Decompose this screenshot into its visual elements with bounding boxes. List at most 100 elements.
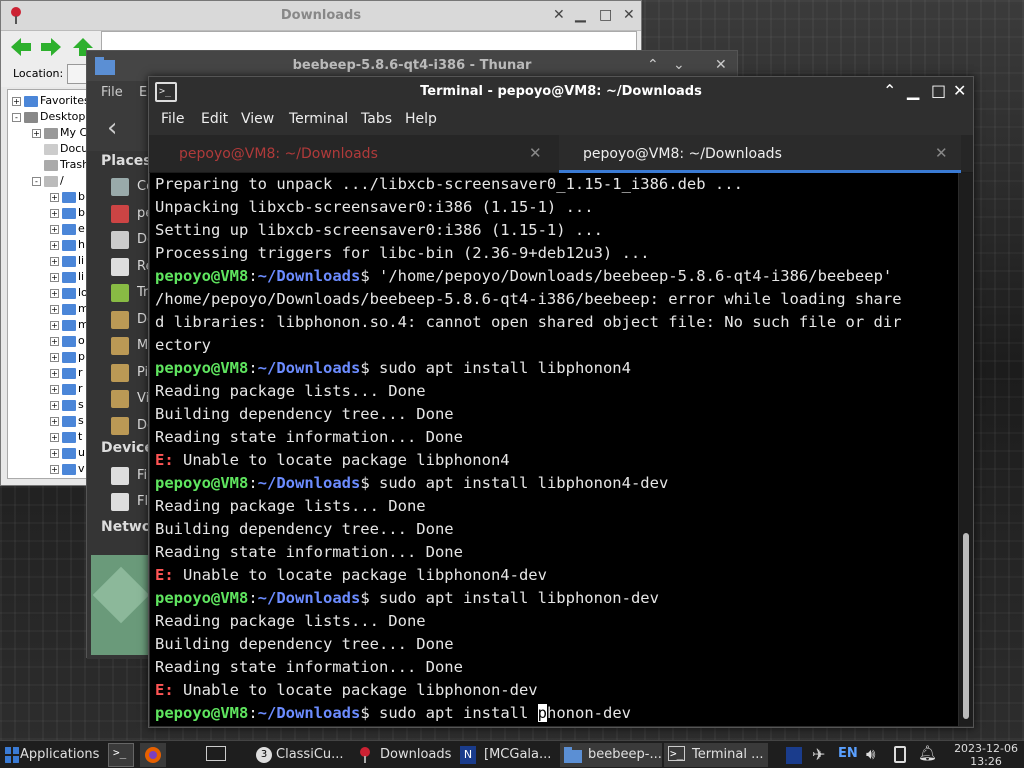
downloads-titlebar[interactable]: Downloads ✕ ▁ □ ✕: [1, 1, 641, 31]
tree-item[interactable]: + lo: [50, 286, 88, 302]
maximize-icon[interactable]: □: [931, 81, 946, 100]
expand-icon[interactable]: +: [50, 192, 59, 202]
tree-item[interactable]: + s: [50, 414, 84, 430]
sidebar-device-item[interactable]: Fl: [111, 492, 151, 512]
tree-item[interactable]: + p: [50, 350, 85, 366]
taskbar-item-downloads[interactable]: Downloads: [356, 743, 456, 767]
sidebar-place-item[interactable]: Re: [111, 257, 151, 277]
tree-item[interactable]: - /: [32, 174, 64, 190]
expand-icon[interactable]: +: [50, 304, 59, 314]
sidebar-place-item[interactable]: Do: [111, 416, 151, 436]
back-chevron-icon[interactable]: ‹: [107, 113, 117, 143]
thunar-menu-file[interactable]: File: [101, 85, 123, 100]
close-icon[interactable]: ✕: [953, 81, 966, 100]
expand-icon[interactable]: +: [50, 384, 59, 394]
tree-item[interactable]: + b: [50, 190, 85, 206]
expand-icon[interactable]: +: [50, 256, 59, 266]
applications-menu-button[interactable]: Applications: [2, 743, 102, 767]
keyboard-layout-indicator[interactable]: EN: [838, 746, 858, 761]
expand-icon[interactable]: +: [50, 368, 59, 378]
taskbar-item-mcgala[interactable]: N [MCGala...: [458, 743, 558, 767]
tree-item[interactable]: - Desktop: [12, 110, 85, 126]
minimize-icon[interactable]: ✕: [553, 7, 565, 23]
show-desktop-button[interactable]: [204, 743, 228, 767]
tree-item[interactable]: + o: [50, 334, 85, 350]
back-arrow-icon[interactable]: [11, 38, 31, 56]
taskbar-item-terminal[interactable]: >_ Terminal ...: [664, 743, 768, 767]
sidebar-place-item[interactable]: M: [111, 336, 151, 356]
minimize-icon[interactable]: ▁: [907, 81, 919, 100]
tree-item[interactable]: + r: [50, 382, 83, 398]
terminal-scrollbar[interactable]: [959, 173, 973, 726]
tree-item[interactable]: + m: [50, 302, 89, 318]
sidebar-place-item[interactable]: Tr: [111, 283, 151, 303]
taskbar-item-classicu[interactable]: 3 ClassiCu...: [252, 743, 352, 767]
network-icon[interactable]: ✈: [812, 745, 825, 764]
tree-item[interactable]: Docu: [44, 142, 88, 158]
expand-icon[interactable]: +: [50, 208, 59, 218]
close-icon[interactable]: ✕: [529, 144, 542, 162]
minimize-icon[interactable]: ▁: [575, 7, 586, 23]
editor-tray-icon[interactable]: [786, 747, 802, 764]
menu-tabs[interactable]: Tabs: [361, 111, 392, 127]
terminal-output[interactable]: Preparing to unpack .../libxcb-screensav…: [150, 173, 958, 726]
expand-icon[interactable]: +: [50, 336, 59, 346]
expand-icon[interactable]: +: [50, 464, 59, 474]
sidebar-place-item[interactable]: pe: [111, 204, 151, 224]
sidebar-place-item[interactable]: Do: [111, 310, 151, 330]
sidebar-device-item[interactable]: Fi: [111, 466, 151, 486]
expand-icon[interactable]: +: [50, 240, 59, 250]
tree-item[interactable]: + t: [50, 430, 82, 446]
thunar-menu-edit[interactable]: E: [139, 85, 147, 100]
expand-icon[interactable]: +: [50, 400, 59, 410]
forward-arrow-icon[interactable]: [41, 38, 61, 56]
sidebar-place-item[interactable]: Co: [111, 177, 151, 197]
tree-item[interactable]: + m: [50, 318, 89, 334]
close-icon[interactable]: ✕: [935, 144, 948, 162]
notification-bell-icon[interactable]: 🔔︎: [918, 744, 937, 762]
scrollbar-thumb[interactable]: [963, 533, 969, 719]
sidebar-place-item[interactable]: Pi: [111, 363, 151, 383]
firefox-launcher[interactable]: [140, 743, 166, 767]
maximize-icon[interactable]: ⌄: [673, 57, 685, 73]
tree-item[interactable]: + h: [50, 238, 85, 254]
close-icon[interactable]: ✕: [715, 57, 727, 73]
terminal-titlebar[interactable]: >_ Terminal - pepoyo@VM8: ~/Downloads ⌃ …: [149, 77, 973, 107]
tree-item[interactable]: + Favorites: [12, 94, 90, 110]
terminal-launcher[interactable]: >_: [108, 743, 134, 767]
expand-icon[interactable]: +: [50, 416, 59, 426]
volume-icon[interactable]: 🔊︎: [866, 745, 875, 763]
tree-item[interactable]: + r: [50, 366, 83, 382]
expand-icon[interactable]: +: [50, 272, 59, 282]
menu-view[interactable]: View: [241, 111, 274, 127]
sidebar-place-item[interactable]: De: [111, 230, 151, 250]
menu-terminal[interactable]: Terminal: [289, 111, 348, 127]
tree-item[interactable]: + u: [50, 446, 85, 462]
expand-icon[interactable]: +: [50, 432, 59, 442]
tree-item[interactable]: + My Co: [32, 126, 94, 142]
tree-item[interactable]: Trash: [44, 158, 89, 174]
expand-icon[interactable]: +: [50, 352, 59, 362]
tree-item[interactable]: + v: [50, 462, 85, 478]
tree-item[interactable]: + li: [50, 270, 84, 286]
menu-file[interactable]: File: [161, 111, 184, 127]
tree-item[interactable]: + li: [50, 254, 84, 270]
sidebar-place-item[interactable]: Vi: [111, 389, 151, 409]
close-icon[interactable]: ✕: [623, 7, 635, 23]
taskbar-item-beebeep[interactable]: beebeep-...: [560, 743, 662, 767]
expand-icon[interactable]: +: [50, 448, 59, 458]
battery-icon[interactable]: [894, 746, 906, 763]
tree-item[interactable]: + e: [50, 222, 85, 238]
tab-active[interactable]: pepoyo@VM8: ~/Downloads ✕: [559, 135, 961, 173]
tree-item[interactable]: + s: [50, 398, 84, 414]
chevron-up-icon[interactable]: ⌃: [883, 81, 896, 100]
menu-help[interactable]: Help: [405, 111, 437, 127]
tab-inactive[interactable]: pepoyo@VM8: ~/Downloads ✕: [149, 135, 553, 173]
clock[interactable]: 2023-12-06 13:26: [954, 742, 1018, 768]
expand-icon[interactable]: +: [50, 224, 59, 234]
expand-icon[interactable]: +: [50, 320, 59, 330]
menu-edit[interactable]: Edit: [201, 111, 228, 127]
maximize-icon[interactable]: □: [599, 7, 612, 23]
minimize-icon[interactable]: ⌃: [647, 57, 659, 73]
expand-icon[interactable]: +: [50, 288, 59, 298]
